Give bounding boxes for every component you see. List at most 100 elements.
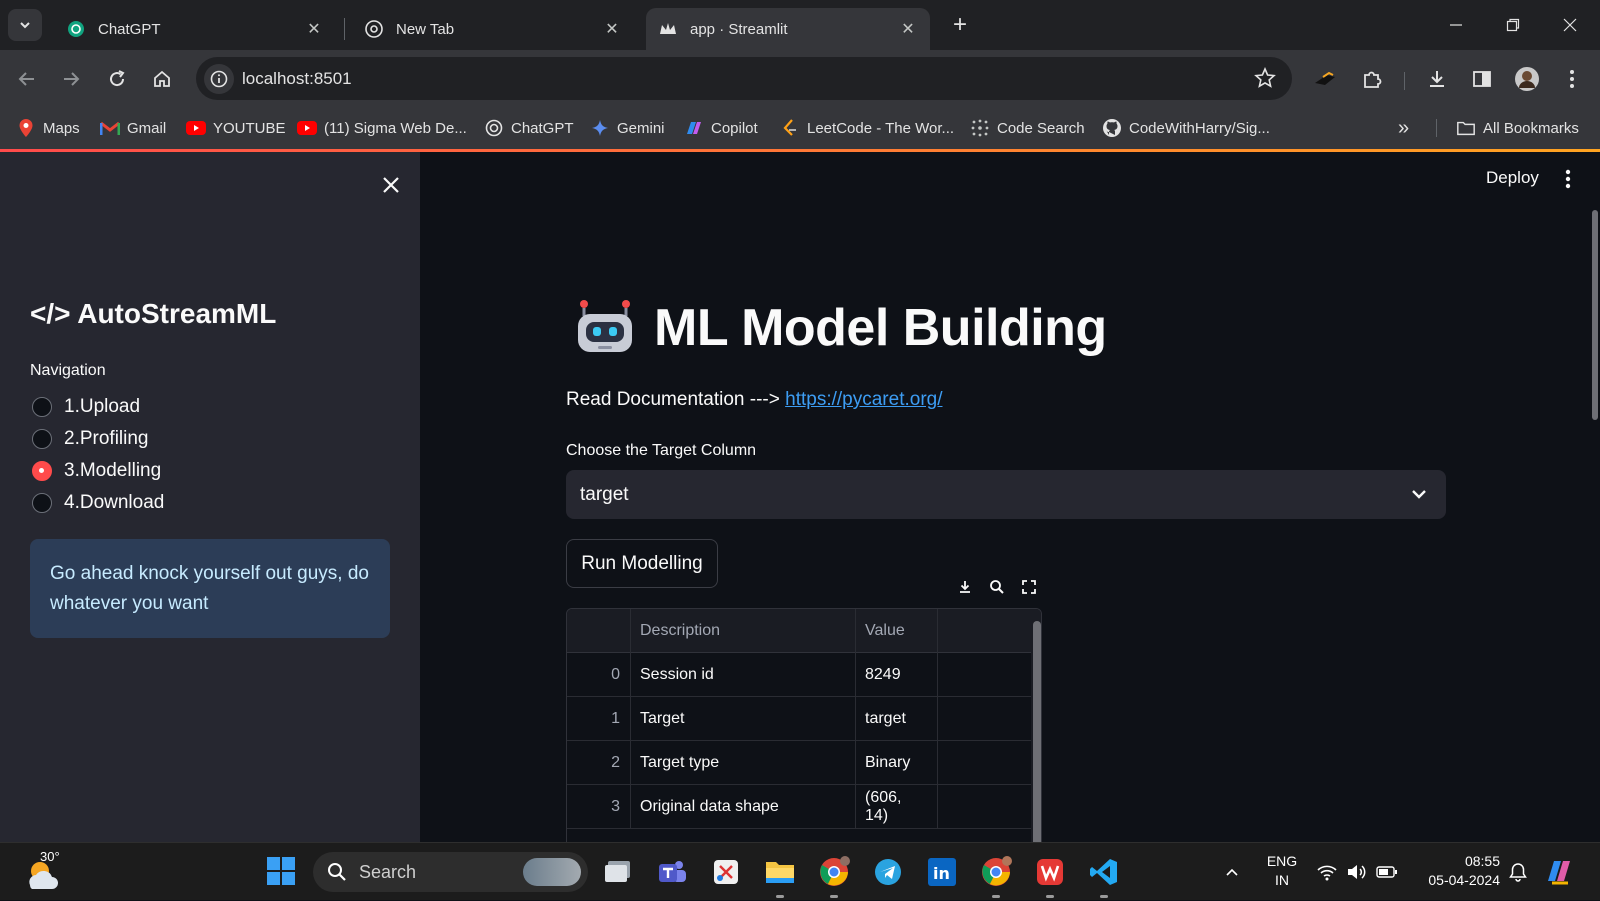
value-cell[interactable]: Binary [856, 741, 938, 785]
close-tab-icon[interactable]: ✕ [602, 19, 622, 39]
run-modelling-button[interactable]: Run Modelling [566, 539, 718, 588]
taskbar-chrome-profile-1[interactable] [814, 852, 854, 898]
description-cell[interactable]: Target [631, 697, 856, 741]
taskbar-search-box[interactable]: Search [313, 852, 588, 892]
bookmark-code-search[interactable]: Code Search [970, 115, 1085, 141]
radio-circle[interactable] [32, 493, 52, 513]
site-info-button[interactable] [204, 64, 234, 94]
task-view-icon [605, 861, 630, 882]
side-panel-icon[interactable] [1467, 64, 1497, 94]
taskbar-wps-office[interactable] [1030, 852, 1070, 898]
notifications-bell-icon[interactable] [1505, 843, 1531, 901]
bookmark-codewithharry[interactable]: CodeWithHarry/Sig... [1102, 115, 1270, 141]
volume-icon[interactable] [1344, 843, 1370, 901]
table-scrollbar-thumb[interactable] [1033, 621, 1041, 847]
tab-search-dropdown[interactable] [8, 9, 42, 41]
close-sidebar-button[interactable] [378, 172, 404, 198]
bookmark-sigma-web[interactable]: (11) Sigma Web De... [297, 115, 467, 141]
close-tab-icon[interactable]: ✕ [304, 19, 324, 39]
table-scrollbar[interactable] [1031, 609, 1041, 847]
description-cell[interactable]: Original data shape [631, 785, 856, 829]
reload-button[interactable] [102, 64, 132, 94]
copilot-taskbar-icon[interactable] [1542, 843, 1578, 901]
extension-app-icon[interactable] [1310, 64, 1340, 94]
bookmark-label: Code Search [997, 119, 1085, 137]
language-indicator[interactable]: ENG IN [1262, 852, 1302, 890]
radio-option-download[interactable]: 4.Download [32, 490, 164, 516]
description-cell[interactable]: Target type [631, 741, 856, 785]
setup-dataframe[interactable]: Description Value 0 Session id 8249 1 Ta… [566, 608, 1042, 848]
deploy-button[interactable]: Deploy [1486, 168, 1539, 188]
tab-streamlit-app[interactable]: app · Streamlit ✕ [646, 8, 930, 50]
windows-start-button[interactable] [266, 856, 296, 886]
new-tab-button[interactable]: + [946, 11, 974, 39]
description-cell[interactable]: Session id [631, 653, 856, 697]
main-menu-button[interactable] [1558, 166, 1578, 192]
value-cell[interactable]: (606, 14) [856, 785, 938, 829]
radio-circle[interactable] [32, 397, 52, 417]
page-scrollbar[interactable] [1592, 210, 1598, 420]
tab-title: ChatGPT [98, 20, 161, 38]
taskbar-file-explorer[interactable] [760, 852, 800, 898]
forward-button[interactable] [56, 64, 86, 94]
column-header-value[interactable]: Value [856, 609, 938, 653]
bookmark-gemini[interactable]: Gemini [590, 115, 665, 141]
download-csv-icon[interactable] [952, 572, 978, 602]
system-clock[interactable]: 08:55 05-04-2024 [1414, 852, 1500, 890]
home-button[interactable] [147, 64, 177, 94]
show-hidden-icons-button[interactable] [1220, 843, 1244, 901]
chevron-down-icon[interactable] [1408, 483, 1430, 505]
vertical-dots-icon [1565, 169, 1571, 189]
taskbar-task-view[interactable] [598, 852, 638, 892]
back-button[interactable] [12, 64, 42, 94]
search-icon[interactable] [984, 572, 1010, 602]
taskbar-chrome-profile-2[interactable] [976, 852, 1016, 898]
taskbar-teams[interactable] [652, 852, 692, 892]
radio-option-profiling[interactable]: 2.Profiling [32, 426, 149, 452]
wifi-icon[interactable] [1314, 843, 1340, 901]
fullscreen-icon[interactable] [1016, 572, 1042, 602]
running-indicator [992, 895, 1000, 898]
radio-circle[interactable] [32, 429, 52, 449]
tab-chatgpt[interactable]: ChatGPT ✕ [54, 8, 336, 50]
bookmark-maps[interactable]: Maps [16, 115, 80, 141]
pycaret-docs-link[interactable]: https://pycaret.org/ [785, 389, 942, 410]
close-window-button[interactable] [1550, 12, 1590, 38]
empty-cell [938, 697, 1032, 741]
radio-option-upload[interactable]: 1.Upload [32, 394, 140, 420]
taskbar-telegram[interactable] [868, 852, 908, 892]
table-row: 3 Original data shape (606, 14) [567, 785, 1041, 829]
minimize-button[interactable] [1436, 12, 1476, 38]
target-column-select[interactable]: target [566, 470, 1446, 519]
value-cell[interactable]: 8249 [856, 653, 938, 697]
bookmark-copilot[interactable]: Copilot [684, 115, 758, 141]
close-tab-icon[interactable]: ✕ [898, 19, 918, 39]
taskbar-snipping-tool[interactable] [706, 852, 746, 892]
bookmark-chatgpt[interactable]: ChatGPT [484, 115, 574, 141]
taskbar-vscode[interactable] [1084, 852, 1124, 898]
bookmark-gmail[interactable]: Gmail [100, 115, 166, 141]
browser-menu-icon[interactable] [1557, 64, 1587, 94]
more-bookmarks-button[interactable]: » [1398, 115, 1409, 141]
bookmark-star-icon[interactable] [1254, 67, 1276, 89]
extensions-puzzle-icon[interactable] [1357, 64, 1387, 94]
tab-new-tab[interactable]: New Tab ✕ [352, 8, 634, 50]
battery-icon[interactable] [1374, 843, 1400, 901]
taskbar-linkedin[interactable]: in [922, 852, 962, 892]
radio-option-modelling[interactable]: 3.Modelling [32, 458, 161, 484]
bookmark-leetcode[interactable]: LeetCode - The Wor... [780, 115, 954, 141]
all-bookmarks-folder[interactable]: All Bookmarks [1456, 115, 1579, 141]
profile-avatar[interactable] [1512, 64, 1542, 94]
downloads-icon[interactable] [1422, 64, 1452, 94]
weather-widget[interactable]: 30° [22, 849, 70, 895]
address-bar[interactable]: localhost:8501 [196, 57, 1292, 100]
url-text[interactable]: localhost:8501 [242, 69, 352, 89]
radio-circle-selected[interactable] [32, 461, 52, 481]
restore-button[interactable] [1493, 12, 1533, 38]
bookmark-youtube[interactable]: YOUTUBE [186, 115, 286, 141]
code-search-icon [970, 118, 990, 138]
value-cell[interactable]: target [856, 697, 938, 741]
robot-emoji-icon [574, 296, 636, 358]
running-indicator [1046, 895, 1054, 898]
column-header-description[interactable]: Description [631, 609, 856, 653]
